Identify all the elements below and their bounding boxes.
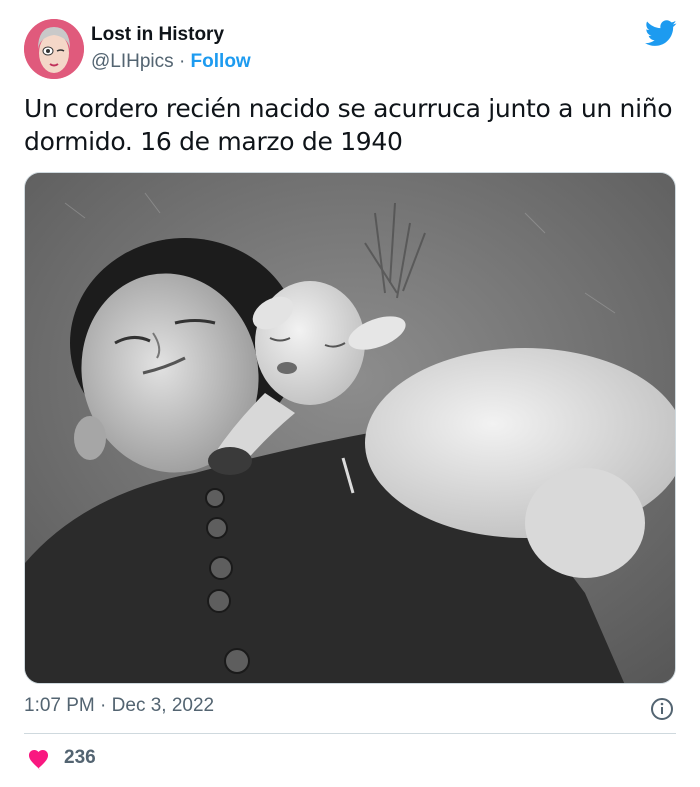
user-handle[interactable]: @LIHpics: [91, 51, 174, 72]
avatar-face-icon: [24, 19, 84, 79]
info-icon[interactable]: [650, 697, 674, 721]
boy-and-lamb-photo: [25, 173, 675, 683]
heart-icon[interactable]: [27, 750, 50, 770]
like-count[interactable]: 236: [64, 747, 96, 769]
tweet-timestamp[interactable]: 1:07 PM · Dec 3, 2022: [24, 695, 214, 717]
avatar[interactable]: [24, 19, 84, 79]
handle-row: @LIHpics · Follow: [91, 51, 251, 73]
tweet-text: Un cordero recién nacido se acurruca jun…: [24, 94, 673, 156]
display-name[interactable]: Lost in History: [91, 24, 224, 46]
timestamp-separator: ·: [100, 695, 112, 716]
tweet-time: 1:07 PM: [24, 695, 95, 716]
twitter-bird-icon[interactable]: [645, 20, 677, 47]
divider: [24, 733, 676, 734]
tweet-date: Dec 3, 2022: [111, 695, 215, 716]
tweet-photo[interactable]: [24, 172, 676, 684]
handle-separator: ·: [178, 51, 191, 72]
follow-button[interactable]: Follow: [191, 51, 251, 72]
tweet-card: Lost in History @LIHpics · Follow Un cor…: [0, 0, 700, 787]
